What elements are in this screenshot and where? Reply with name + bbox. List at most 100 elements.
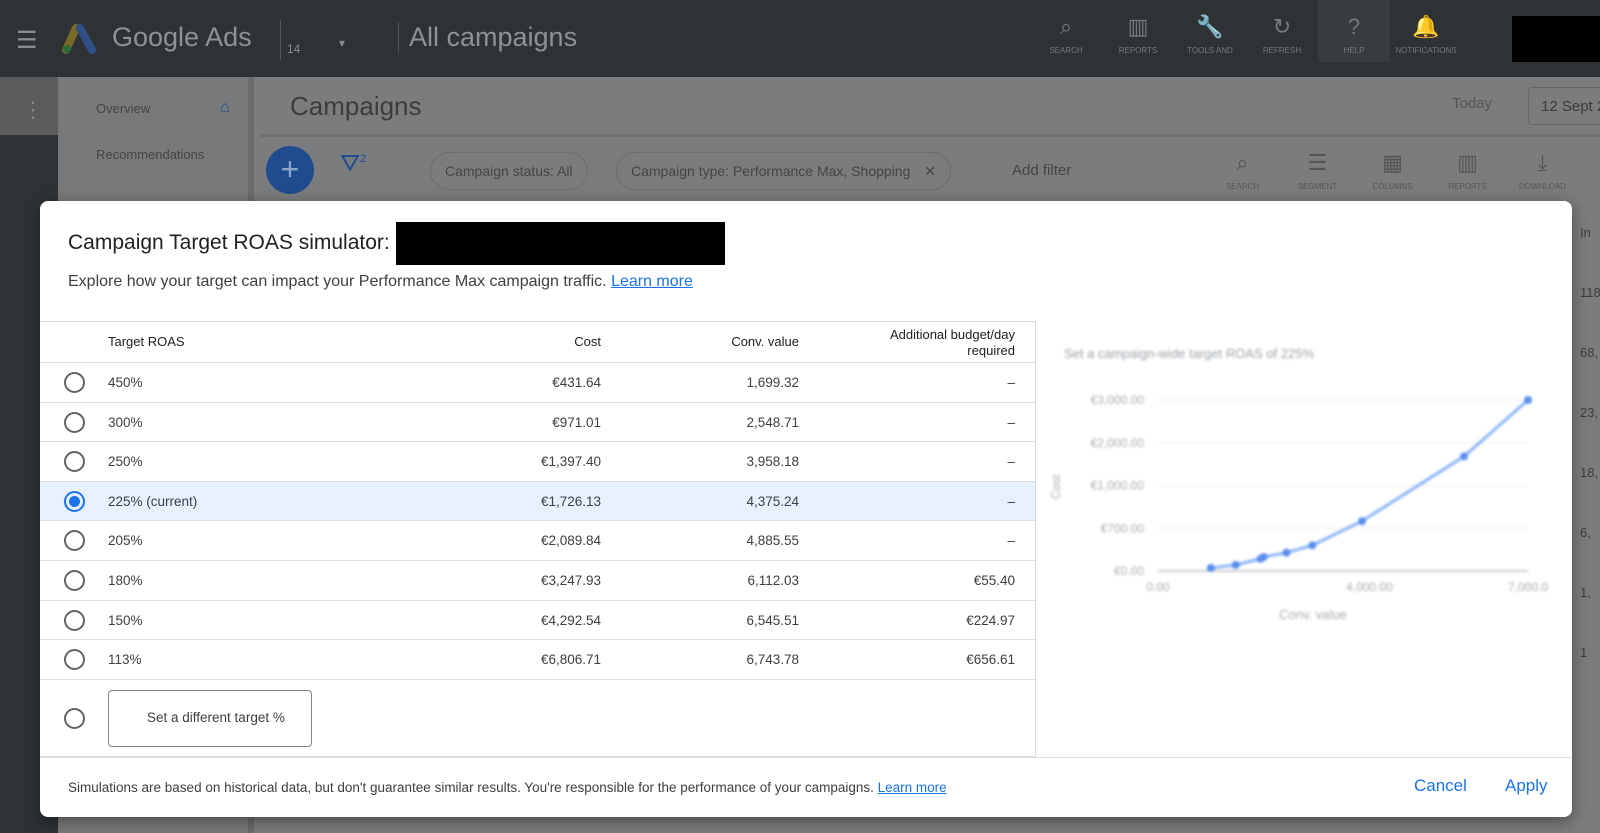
- top-bar: ☰ Google Ads 14 ▾ All campaigns ⌕ SEARCH ▥ R…: [0, 0, 1600, 77]
- chart-title: Set a campaign-wide target ROAS of 225%: [1064, 346, 1314, 361]
- table-tools: ⌕ SEARCH ☰ SEGMENT ▦ COLUMNS ▥ REPORTS ⤓ DOWNLOAD: [1205, 150, 1580, 191]
- cost: €4,292.54: [540, 612, 601, 628]
- menu-icon[interactable]: ☰: [16, 26, 38, 55]
- target-radio[interactable]: [64, 530, 85, 552]
- table-row[interactable]: 250% €1,397.40 3,958.18 –: [40, 442, 1035, 482]
- add-campaign-button[interactable]: +: [266, 146, 314, 194]
- background-values: In 118, 68, 23, 18, 6, 1, 1: [1572, 201, 1600, 833]
- simulation-table: Target ROAS Cost Conv. value Additional …: [40, 321, 1035, 757]
- refresh-button[interactable]: ↻ REFRESH: [1246, 14, 1318, 62]
- nav-recommendations[interactable]: Recommendations: [96, 147, 204, 162]
- table-row[interactable]: 150% €4,292.54 6,545.51 €224.97: [40, 601, 1035, 641]
- reports-button[interactable]: ▥ REPORTS: [1102, 14, 1174, 62]
- account-selector[interactable]: 14 ▾: [280, 20, 370, 60]
- data-point: [1460, 452, 1469, 461]
- close-icon[interactable]: ✕: [924, 163, 936, 179]
- help-button[interactable]: ? HELP: [1318, 0, 1390, 62]
- page-header: Campaigns Today 12 Sept 2: [260, 77, 1600, 137]
- col-target-roas: Target ROAS: [108, 334, 185, 349]
- target-radio[interactable]: [64, 649, 85, 671]
- download-icon: ⤓: [1537, 150, 1548, 175]
- icon-label: TOOLS AND: [1187, 46, 1233, 55]
- series-line: [1210, 398, 1529, 570]
- data-point: [1282, 548, 1291, 557]
- data-point: [1259, 552, 1268, 561]
- apply-button[interactable]: Apply: [1505, 776, 1548, 796]
- cost: €3,247.93: [540, 572, 601, 588]
- target-radio[interactable]: [64, 451, 85, 473]
- bell-icon: 🔔: [1412, 14, 1440, 39]
- brand-name: Google Ads: [112, 22, 252, 52]
- search-icon: ⌕: [1059, 14, 1073, 39]
- filter-icon[interactable]: ⛛2: [340, 150, 366, 178]
- roas-simulator-dialog: Campaign Target ROAS simulator: Explore …: [40, 201, 1572, 817]
- add-filter[interactable]: Add filter: [1012, 162, 1071, 179]
- top-icons: ⌕ SEARCH ▥ REPORTS 🔧 TOOLS AND ↻ REFRESH? HELP 🔔 N…: [1030, 0, 1462, 62]
- target-radio[interactable]: [64, 372, 85, 393]
- chip-label: Campaign type: Performance Max, Shopping: [631, 163, 911, 179]
- more-icon[interactable]: ⋮: [22, 97, 44, 123]
- search-button[interactable]: ⌕ SEARCH: [1205, 150, 1280, 191]
- col-conv-value: Conv. value: [731, 334, 799, 349]
- y-tick-label: €0.00: [1114, 564, 1144, 578]
- tools-icon: 🔧: [1196, 14, 1224, 39]
- additional-budget: –: [1007, 533, 1015, 549]
- cost: €1,726.13: [540, 493, 601, 509]
- columns-button[interactable]: ▦ COLUMNS: [1355, 150, 1430, 191]
- footer-learn-more-link[interactable]: Learn more: [878, 780, 947, 795]
- reports-button[interactable]: ▥ REPORTS: [1430, 150, 1505, 191]
- icon-label: HELP: [1343, 46, 1365, 55]
- table-row[interactable]: 300% €971.01 2,548.71 –: [40, 403, 1035, 443]
- search-button[interactable]: ⌕ SEARCH: [1030, 14, 1102, 62]
- chip-campaign-type[interactable]: Campaign type: Performance Max, Shopping…: [616, 152, 951, 190]
- table-row[interactable]: 113% €6,806.71 6,743.78 €656.61: [40, 640, 1035, 680]
- data-point: [1524, 396, 1532, 404]
- columns-icon: ▦: [1382, 150, 1403, 175]
- additional-budget: –: [1007, 454, 1015, 470]
- target-roas: 180%: [108, 572, 143, 588]
- tools-and-button[interactable]: 🔧 TOOLS AND: [1174, 14, 1246, 62]
- download-button[interactable]: ⤓ DOWNLOAD: [1505, 150, 1580, 191]
- custom-target-row: Set a different target %: [40, 680, 1035, 757]
- cost: €6,806.71: [540, 652, 601, 668]
- home-icon: ⌂: [220, 99, 230, 116]
- cancel-button[interactable]: Cancel: [1414, 776, 1467, 796]
- date-range-button[interactable]: 12 Sept 2: [1528, 87, 1600, 125]
- notifications-button[interactable]: 🔔 NOTIFICATIONS: [1390, 14, 1462, 62]
- col-cost: Cost: [574, 334, 601, 349]
- target-radio[interactable]: [64, 569, 85, 591]
- segment-icon: ☰: [1307, 150, 1328, 175]
- refresh-icon: ↻: [1272, 14, 1292, 39]
- background-cell: 1,: [1580, 585, 1591, 600]
- cost: €2,089.84: [540, 533, 601, 549]
- target-radio[interactable]: [64, 609, 85, 631]
- section-title: All campaigns: [398, 22, 577, 53]
- table-row[interactable]: 225% (current) €1,726.13 4,375.24 –: [40, 481, 1035, 522]
- table-row[interactable]: 180% €3,247.93 6,112.03 €55.40: [40, 561, 1035, 601]
- target-radio[interactable]: [64, 411, 85, 433]
- icon-label: SEARCH: [1225, 182, 1260, 191]
- custom-target-input[interactable]: Set a different target %: [108, 689, 312, 747]
- redacted-campaign-name: [396, 222, 725, 265]
- reports-icon: ▥: [1127, 14, 1149, 39]
- nav-overview[interactable]: Overview: [96, 101, 150, 116]
- background-cell: 68,: [1580, 345, 1599, 360]
- target-radio[interactable]: [64, 490, 85, 512]
- cost: €431.64: [552, 375, 601, 390]
- table-row[interactable]: 450% €431.64 1,699.32 –: [40, 363, 1035, 403]
- redacted-account: [1512, 16, 1600, 62]
- additional-budget: –: [1007, 375, 1015, 390]
- background-cell: In: [1580, 225, 1591, 240]
- learn-more-link[interactable]: Learn more: [611, 273, 693, 290]
- help-icon: ?: [1347, 14, 1361, 39]
- x-axis-label: Conv. value: [1279, 607, 1347, 622]
- table-row[interactable]: 205% €2,089.84 4,885.55 –: [40, 521, 1035, 561]
- simulation-chart: Set a campaign-wide target ROAS of 225% €…: [1049, 346, 1548, 622]
- custom-target-radio[interactable]: [64, 707, 85, 729]
- data-point: [1358, 517, 1367, 526]
- chip-campaign-status[interactable]: Campaign status: All: [430, 152, 588, 190]
- segment-button[interactable]: ☰ SEGMENT: [1280, 150, 1355, 191]
- conv-value: 2,548.71: [746, 414, 799, 430]
- y-tick-label: €3,000.00: [1091, 393, 1145, 407]
- filter-count: 2: [360, 153, 367, 165]
